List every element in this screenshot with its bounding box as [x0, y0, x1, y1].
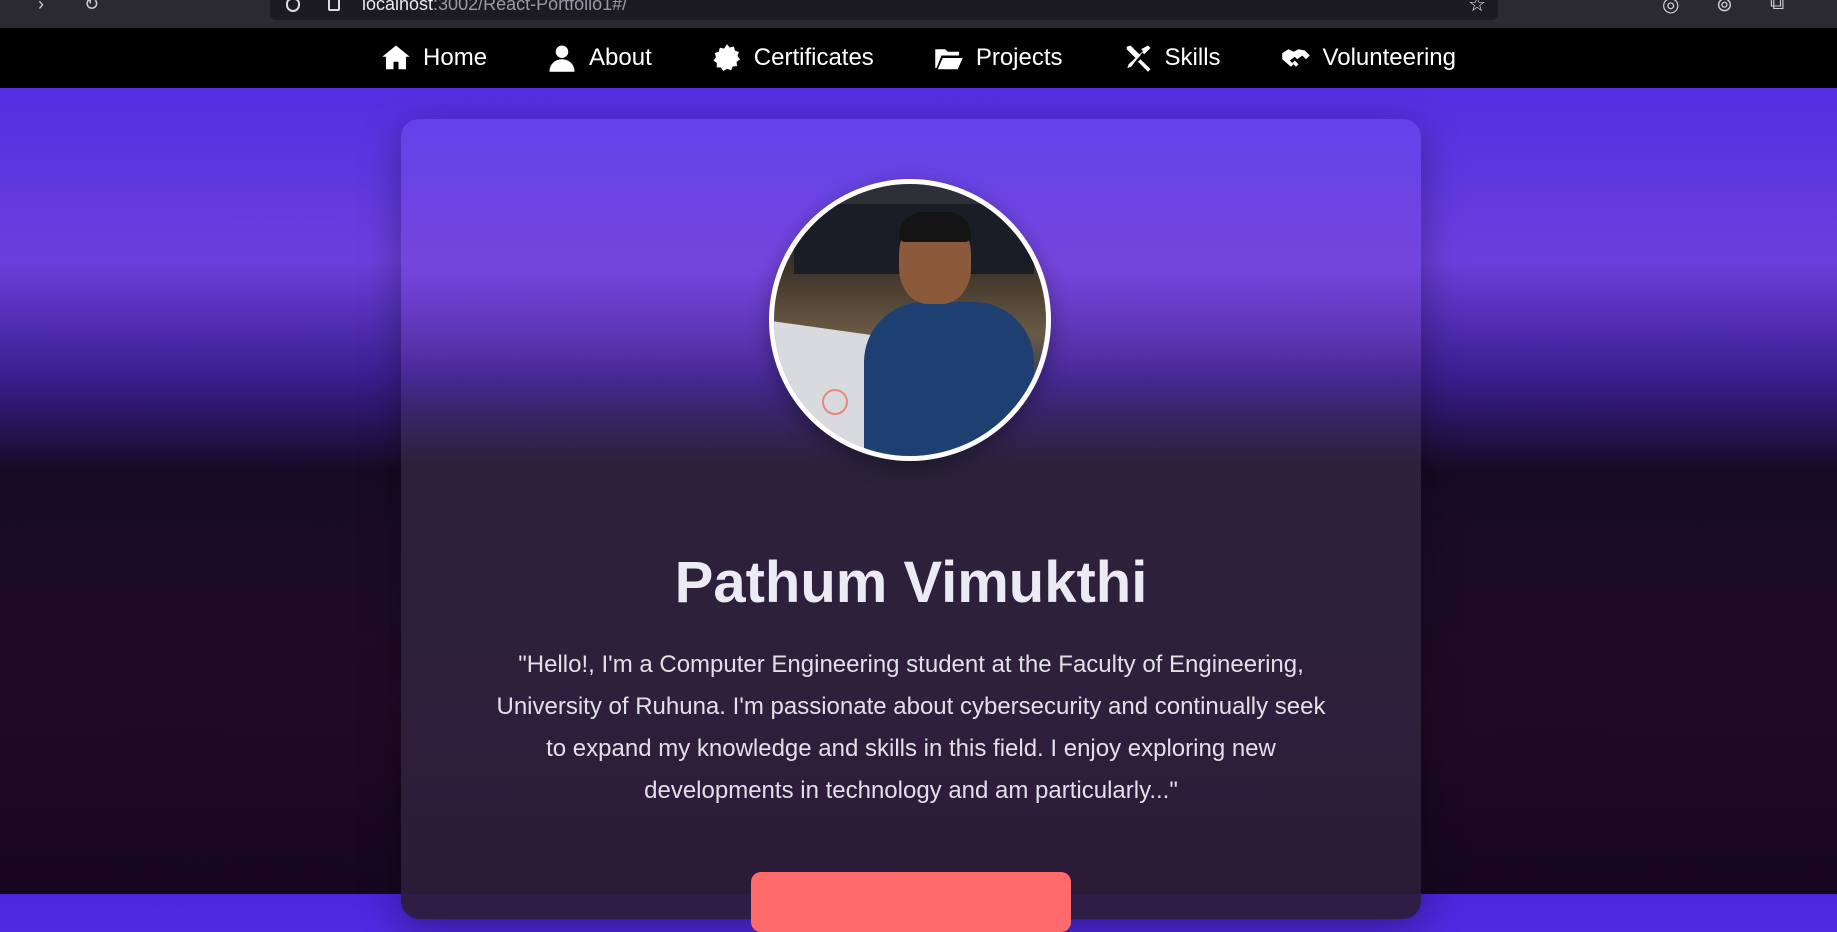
- reload-icon[interactable]: ↻: [84, 0, 99, 15]
- forward-icon[interactable]: ›: [38, 0, 44, 15]
- nav-item-about[interactable]: About: [547, 43, 652, 73]
- nav-item-skills[interactable]: Skills: [1123, 43, 1221, 73]
- user-icon: [549, 45, 575, 72]
- cta-button[interactable]: [751, 872, 1071, 932]
- url-text[interactable]: localhost:3002/React-Portfolio1#/: [362, 0, 627, 15]
- nav-item-home[interactable]: Home: [381, 43, 487, 73]
- profile-card: Pathum Vimukthi "Hello!, I'm a Computer …: [401, 119, 1421, 932]
- browser-chrome: › ↻ localhost:3002/React-Portfolio1#/ ☆ …: [0, 0, 1837, 28]
- bookmark-star-icon[interactable]: ☆: [1468, 0, 1486, 17]
- home-icon: [382, 45, 410, 70]
- folder-open-icon: [935, 49, 963, 70]
- shield-icon[interactable]: [286, 0, 300, 12]
- profile-bio: "Hello!, I'm a Computer Engineering stud…: [496, 651, 1326, 804]
- extensions-icon[interactable]: ⊚: [1716, 0, 1733, 17]
- nav-label-certificates: Certificates: [753, 44, 874, 71]
- certificate-icon: [713, 44, 740, 71]
- url-path: :3002/React-Portfolio1#/: [433, 0, 628, 14]
- nav-label-home: Home: [423, 44, 488, 71]
- nav-item-certificates[interactable]: Certificates: [712, 43, 874, 73]
- main-navbar: Home About Certificates Projects Skills …: [0, 28, 1837, 88]
- handshake-icon: [1281, 49, 1310, 67]
- url-host: localhost: [362, 0, 434, 14]
- profile-photo: [774, 184, 1046, 456]
- account-icon[interactable]: ◎: [1662, 0, 1679, 17]
- share-icon[interactable]: ⧉: [1770, 0, 1784, 15]
- tools-icon: [1126, 45, 1151, 72]
- nav-item-volunteering[interactable]: Volunteering: [1281, 43, 1456, 73]
- nav-item-projects[interactable]: Projects: [934, 43, 1063, 73]
- nav-label-about: About: [589, 44, 652, 71]
- profile-name: Pathum Vimukthi: [674, 550, 1148, 615]
- page-info-icon[interactable]: [328, 0, 340, 11]
- avatar: [769, 179, 1051, 461]
- nav-label-skills: Skills: [1164, 44, 1221, 71]
- address-bar[interactable]: localhost:3002/React-Portfolio1#/ ☆: [270, 0, 1498, 20]
- nav-label-volunteering: Volunteering: [1322, 44, 1456, 71]
- nav-label-projects: Projects: [975, 44, 1063, 71]
